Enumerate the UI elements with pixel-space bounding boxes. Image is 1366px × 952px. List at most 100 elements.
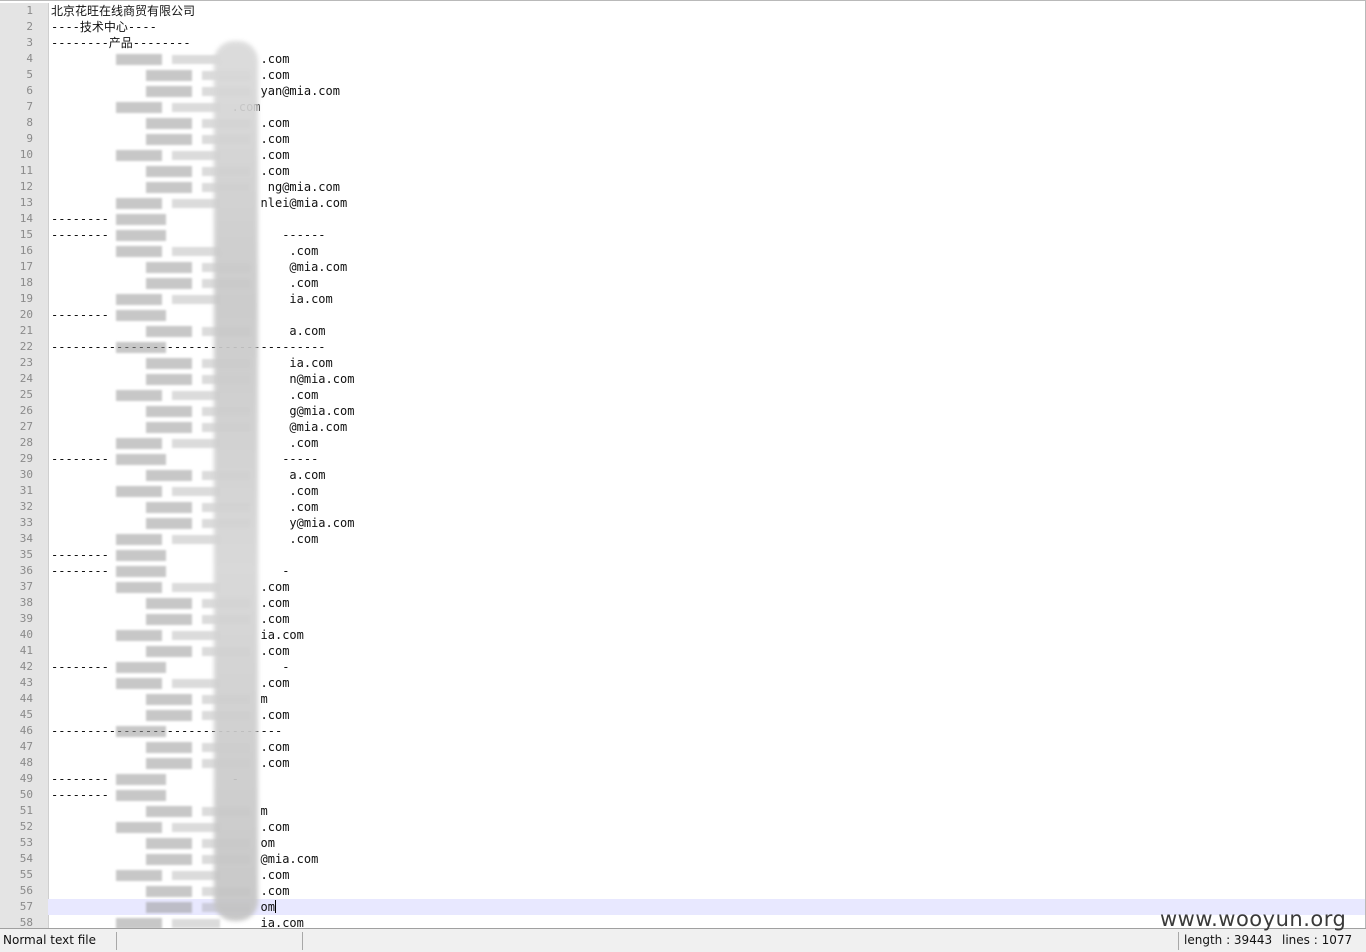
redacted-name-mosaic — [146, 118, 192, 129]
line-number: 9 — [26, 132, 33, 145]
redacted-name-mosaic — [146, 742, 192, 753]
line-text: yan@mia.com — [51, 84, 340, 98]
line-number: 6 — [26, 84, 33, 97]
line-number: 31 — [19, 484, 33, 497]
line-number: 52 — [19, 820, 33, 833]
watermark: www.wooyun.org — [1160, 907, 1347, 931]
redacted-name-mosaic — [116, 918, 162, 928]
redacted-name-mosaic — [146, 854, 192, 865]
line-text: @mia.com — [51, 420, 348, 434]
line-number: 43 — [19, 676, 33, 689]
line-number: 4 — [26, 52, 33, 65]
redacted-name-mosaic — [116, 534, 162, 545]
line-number: 1 — [26, 4, 33, 17]
redacted-name-mosaic — [116, 582, 162, 593]
redacted-name-mosaic — [116, 662, 166, 673]
status-separator — [1178, 932, 1179, 950]
line-text: -------- ----- — [51, 452, 319, 466]
line-number: 55 — [19, 868, 33, 881]
redacted-name-mosaic — [116, 230, 166, 241]
redacted-name-mosaic — [146, 166, 192, 177]
length-readout: length : 39443 — [1184, 933, 1273, 947]
line-number: 45 — [19, 708, 33, 721]
redacted-name-mosaic — [146, 518, 192, 529]
redacted-email-mosaic — [172, 535, 220, 544]
line-number: 54 — [19, 852, 33, 865]
redacted-name-mosaic — [146, 374, 192, 385]
line-number: 2 — [26, 20, 33, 33]
line-number: 21 — [19, 324, 33, 337]
line-number: 22 — [19, 340, 33, 353]
line-number: 35 — [19, 548, 33, 561]
line-number: 44 — [19, 692, 33, 705]
line-number: 49 — [19, 772, 33, 785]
line-text: ng@mia.com — [51, 180, 340, 194]
redacted-email-mosaic — [172, 55, 220, 64]
redacted-name-mosaic — [116, 214, 166, 225]
line-number: 25 — [19, 388, 33, 401]
line-number: 20 — [19, 308, 33, 321]
line-number: 38 — [19, 596, 33, 609]
redacted-name-mosaic — [146, 70, 192, 81]
line-text: 北京花旺在线商贸有限公司 — [51, 4, 196, 18]
redacted-name-mosaic — [146, 598, 192, 609]
redacted-name-mosaic — [116, 486, 162, 497]
redacted-name-mosaic — [146, 134, 192, 145]
line-number: 37 — [19, 580, 33, 593]
line-number: 56 — [19, 884, 33, 897]
redacted-name-mosaic — [116, 54, 162, 65]
status-separator — [116, 932, 117, 950]
line-number: 18 — [19, 276, 33, 289]
redacted-email-mosaic — [172, 199, 220, 208]
editor-line[interactable]: 2 ----技术中心---- — [26, 19, 1365, 35]
line-number: 40 — [19, 628, 33, 641]
status-separator — [302, 932, 303, 950]
redacted-name-mosaic — [146, 278, 192, 289]
line-text: -------- ------ — [51, 228, 326, 242]
redacted-name-mosaic — [116, 246, 162, 257]
redacted-name-mosaic — [116, 454, 166, 465]
redacted-name-mosaic — [116, 822, 162, 833]
redacted-name-mosaic — [116, 438, 162, 449]
redacted-name-mosaic — [116, 678, 162, 689]
redacted-name-mosaic — [116, 390, 162, 401]
line-number: 17 — [19, 260, 33, 273]
line-text: -------- — [51, 212, 109, 226]
lines-readout: lines : 1077 — [1282, 933, 1353, 947]
line-text: ----技术中心---- — [51, 20, 157, 34]
line-number: 47 — [19, 740, 33, 753]
line-number: 32 — [19, 500, 33, 513]
line-number: 51 — [19, 804, 33, 817]
redacted-name-mosaic — [146, 902, 192, 913]
line-number: 27 — [19, 420, 33, 433]
line-number: 58 — [19, 916, 33, 928]
line-number: 5 — [26, 68, 33, 81]
redacted-name-mosaic — [146, 758, 192, 769]
redacted-name-mosaic — [116, 310, 166, 321]
redacted-name-mosaic — [146, 694, 192, 705]
redacted-name-mosaic — [146, 262, 192, 273]
redacted-email-mosaic — [172, 439, 220, 448]
line-number: 13 — [19, 196, 33, 209]
line-text: -------- — [51, 308, 109, 322]
file-type-label: Normal text file — [3, 933, 97, 947]
redacted-name-mosaic — [146, 710, 192, 721]
redacted-name-mosaic — [116, 630, 162, 641]
line-number: 16 — [19, 244, 33, 257]
redacted-name-mosaic — [116, 870, 162, 881]
redacted-name-mosaic — [146, 86, 192, 97]
line-text: -------------------------------------- — [51, 340, 326, 354]
line-number: 33 — [19, 516, 33, 529]
redacted-email-mosaic — [172, 295, 220, 304]
line-text: --------产品-------- — [51, 36, 191, 50]
line-text: -------- — [51, 548, 109, 562]
redacted-email-mosaic — [172, 871, 220, 880]
editor-line[interactable]: 1 北京花旺在线商贸有限公司 — [26, 3, 1365, 19]
line-number: 23 — [19, 356, 33, 369]
redacted-name-mosaic — [116, 342, 166, 353]
line-number: 11 — [19, 164, 33, 177]
line-number: 14 — [19, 212, 33, 225]
text-editor[interactable]: 1 北京花旺在线商贸有限公司 2 ----技术中心---- 3 --------产品---… — [0, 0, 1366, 928]
redacted-name-mosaic — [116, 774, 166, 785]
redacted-name-mosaic — [146, 806, 192, 817]
